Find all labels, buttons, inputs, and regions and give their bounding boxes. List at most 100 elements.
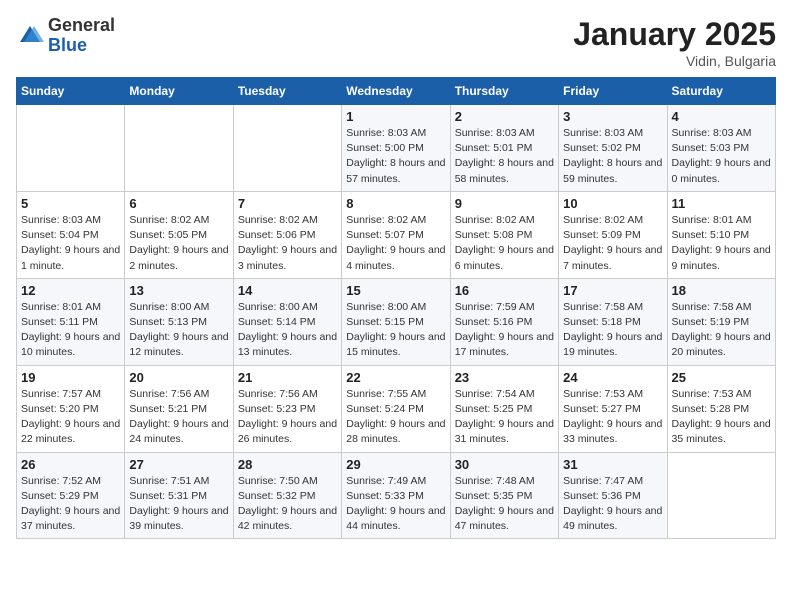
day-number: 4 [672, 109, 771, 124]
calendar-day-cell [233, 105, 341, 192]
page-header: General Blue January 2025 Vidin, Bulgari… [16, 16, 776, 69]
day-info: Sunrise: 7:52 AM Sunset: 5:29 PM Dayligh… [21, 474, 120, 535]
day-info: Sunrise: 7:53 AM Sunset: 5:27 PM Dayligh… [563, 387, 662, 448]
calendar-day-cell: 21 Sunrise: 7:56 AM Sunset: 5:23 PM Dayli… [233, 365, 341, 452]
calendar-day-cell: 31 Sunrise: 7:47 AM Sunset: 5:36 PM Dayli… [559, 452, 667, 539]
calendar-day-cell: 15Sunrise: 8:00 AM Sunset: 5:15 PM Dayli… [342, 278, 450, 365]
day-info: Sunrise: 7:54 AM Sunset: 5:25 PM Dayligh… [455, 387, 554, 448]
calendar-week-row: 19 Sunrise: 7:57 AM Sunset: 5:20 PM Dayli… [17, 365, 776, 452]
title-block: January 2025 Vidin, Bulgaria [573, 16, 776, 69]
calendar-day-cell: 24 Sunrise: 7:53 AM Sunset: 5:27 PM Dayli… [559, 365, 667, 452]
day-info: Sunrise: 7:56 AM Sunset: 5:21 PM Dayligh… [129, 387, 228, 448]
day-number: 5 [21, 196, 120, 211]
day-number: 12 [21, 283, 120, 298]
day-info: Sunrise: 7:55 AM Sunset: 5:24 PM Dayligh… [346, 387, 445, 448]
day-number: 17 [563, 283, 662, 298]
day-info: Sunrise: 7:51 AM Sunset: 5:31 PM Dayligh… [129, 474, 228, 535]
calendar-day-cell: 2 Sunrise: 8:03 AM Sunset: 5:01 PM Daylig… [450, 105, 558, 192]
day-info: Sunrise: 7:48 AM Sunset: 5:35 PM Dayligh… [455, 474, 554, 535]
calendar-day-cell: 5 Sunrise: 8:03 AM Sunset: 5:04 PM Daylig… [17, 191, 125, 278]
weekday-header: Monday [125, 78, 233, 105]
day-info: Sunrise: 7:57 AM Sunset: 5:20 PM Dayligh… [21, 387, 120, 448]
day-info: Sunrise: 8:02 AM Sunset: 5:07 PM Dayligh… [346, 213, 445, 274]
day-info: Sunrise: 8:01 AM Sunset: 5:10 PM Dayligh… [672, 213, 771, 274]
day-info: Sunrise: 8:00 AM Sunset: 5:14 PM Dayligh… [238, 300, 337, 361]
day-info: Sunrise: 8:01 AM Sunset: 5:11 PM Dayligh… [21, 300, 120, 361]
calendar-day-cell: 23 Sunrise: 7:54 AM Sunset: 5:25 PM Dayli… [450, 365, 558, 452]
calendar-day-cell: 10 Sunrise: 8:02 AM Sunset: 5:09 PM Dayli… [559, 191, 667, 278]
calendar-day-cell: 6 Sunrise: 8:02 AM Sunset: 5:05 PM Daylig… [125, 191, 233, 278]
calendar-table: SundayMondayTuesdayWednesdayThursdayFrid… [16, 77, 776, 539]
calendar-day-cell: 12 Sunrise: 8:01 AM Sunset: 5:11 PM Dayli… [17, 278, 125, 365]
calendar-day-cell: 29 Sunrise: 7:49 AM Sunset: 5:33 PM Dayli… [342, 452, 450, 539]
calendar-week-row: 12 Sunrise: 8:01 AM Sunset: 5:11 PM Dayli… [17, 278, 776, 365]
calendar-day-cell: 25Sunrise: 7:53 AM Sunset: 5:28 PM Dayli… [667, 365, 775, 452]
calendar-day-cell: 3Sunrise: 8:03 AM Sunset: 5:02 PM Daylig… [559, 105, 667, 192]
location: Vidin, Bulgaria [573, 53, 776, 69]
day-info: Sunrise: 8:00 AM Sunset: 5:13 PM Dayligh… [129, 300, 228, 361]
day-info: Sunrise: 8:02 AM Sunset: 5:05 PM Dayligh… [129, 213, 228, 274]
day-info: Sunrise: 7:47 AM Sunset: 5:36 PM Dayligh… [563, 474, 662, 535]
day-number: 7 [238, 196, 337, 211]
day-info: Sunrise: 7:58 AM Sunset: 5:18 PM Dayligh… [563, 300, 662, 361]
calendar-week-row: 5 Sunrise: 8:03 AM Sunset: 5:04 PM Daylig… [17, 191, 776, 278]
day-info: Sunrise: 8:02 AM Sunset: 5:09 PM Dayligh… [563, 213, 662, 274]
calendar-day-cell: 1Sunrise: 8:03 AM Sunset: 5:00 PM Daylig… [342, 105, 450, 192]
day-number: 3 [563, 109, 662, 124]
weekday-header: Sunday [17, 78, 125, 105]
calendar-header-row: SundayMondayTuesdayWednesdayThursdayFrid… [17, 78, 776, 105]
day-info: Sunrise: 7:53 AM Sunset: 5:28 PM Dayligh… [672, 387, 771, 448]
weekday-header: Tuesday [233, 78, 341, 105]
calendar-week-row: 26 Sunrise: 7:52 AM Sunset: 5:29 PM Dayli… [17, 452, 776, 539]
calendar-day-cell: 4 Sunrise: 8:03 AM Sunset: 5:03 PM Daylig… [667, 105, 775, 192]
day-info: Sunrise: 8:00 AM Sunset: 5:15 PM Dayligh… [346, 300, 445, 361]
day-number: 26 [21, 457, 120, 472]
day-number: 23 [455, 370, 554, 385]
day-number: 21 [238, 370, 337, 385]
logo-icon [16, 22, 44, 50]
logo-general-text: General [48, 15, 115, 35]
day-info: Sunrise: 8:02 AM Sunset: 5:08 PM Dayligh… [455, 213, 554, 274]
day-number: 2 [455, 109, 554, 124]
calendar-day-cell: 20 Sunrise: 7:56 AM Sunset: 5:21 PM Dayli… [125, 365, 233, 452]
day-number: 9 [455, 196, 554, 211]
day-number: 14 [238, 283, 337, 298]
day-info: Sunrise: 7:56 AM Sunset: 5:23 PM Dayligh… [238, 387, 337, 448]
day-number: 13 [129, 283, 228, 298]
calendar-day-cell: 30 Sunrise: 7:48 AM Sunset: 5:35 PM Dayli… [450, 452, 558, 539]
day-info: Sunrise: 8:03 AM Sunset: 5:01 PM Dayligh… [455, 126, 554, 187]
day-number: 11 [672, 196, 771, 211]
calendar-day-cell: 22Sunrise: 7:55 AM Sunset: 5:24 PM Dayli… [342, 365, 450, 452]
calendar-day-cell: 7 Sunrise: 8:02 AM Sunset: 5:06 PM Daylig… [233, 191, 341, 278]
day-number: 24 [563, 370, 662, 385]
day-number: 30 [455, 457, 554, 472]
day-info: Sunrise: 7:49 AM Sunset: 5:33 PM Dayligh… [346, 474, 445, 535]
day-number: 10 [563, 196, 662, 211]
day-number: 18 [672, 283, 771, 298]
calendar-day-cell [17, 105, 125, 192]
calendar-day-cell: 18 Sunrise: 7:58 AM Sunset: 5:19 PM Dayli… [667, 278, 775, 365]
day-info: Sunrise: 7:59 AM Sunset: 5:16 PM Dayligh… [455, 300, 554, 361]
logo-blue-text: Blue [48, 35, 87, 55]
calendar-day-cell: 11 Sunrise: 8:01 AM Sunset: 5:10 PM Dayli… [667, 191, 775, 278]
day-number: 28 [238, 457, 337, 472]
calendar-day-cell: 17 Sunrise: 7:58 AM Sunset: 5:18 PM Dayli… [559, 278, 667, 365]
day-info: Sunrise: 8:02 AM Sunset: 5:06 PM Dayligh… [238, 213, 337, 274]
calendar-day-cell: 16 Sunrise: 7:59 AM Sunset: 5:16 PM Dayli… [450, 278, 558, 365]
day-number: 20 [129, 370, 228, 385]
logo: General Blue [16, 16, 115, 56]
day-number: 29 [346, 457, 445, 472]
day-number: 6 [129, 196, 228, 211]
day-number: 31 [563, 457, 662, 472]
day-number: 19 [21, 370, 120, 385]
day-info: Sunrise: 8:03 AM Sunset: 5:04 PM Dayligh… [21, 213, 120, 274]
day-number: 16 [455, 283, 554, 298]
calendar-day-cell: 14 Sunrise: 8:00 AM Sunset: 5:14 PM Dayli… [233, 278, 341, 365]
calendar-day-cell [667, 452, 775, 539]
calendar-day-cell: 19 Sunrise: 7:57 AM Sunset: 5:20 PM Dayli… [17, 365, 125, 452]
day-info: Sunrise: 8:03 AM Sunset: 5:00 PM Dayligh… [346, 126, 445, 187]
calendar-day-cell: 28Sunrise: 7:50 AM Sunset: 5:32 PM Dayli… [233, 452, 341, 539]
day-info: Sunrise: 7:58 AM Sunset: 5:19 PM Dayligh… [672, 300, 771, 361]
calendar-week-row: 1Sunrise: 8:03 AM Sunset: 5:00 PM Daylig… [17, 105, 776, 192]
day-info: Sunrise: 8:03 AM Sunset: 5:03 PM Dayligh… [672, 126, 771, 187]
